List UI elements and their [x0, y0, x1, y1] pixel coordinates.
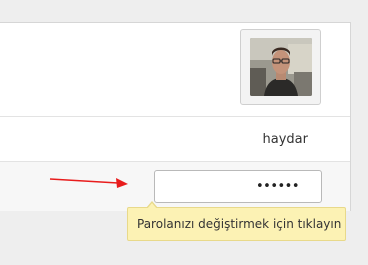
username-row: haydar: [0, 117, 350, 162]
password-field[interactable]: ••••••: [154, 170, 322, 203]
avatar-photo: [250, 38, 312, 96]
red-arrow-annotation: [49, 178, 128, 188]
username-value: haydar: [262, 132, 308, 147]
avatar-frame[interactable]: [240, 29, 321, 105]
tooltip-pointer-fill: [147, 203, 157, 209]
avatar-row: [0, 23, 350, 117]
password-masked-value: ••••••: [255, 179, 300, 194]
tooltip-text: Parolanızı değiştirmek için tıklayın: [137, 217, 342, 231]
change-password-tooltip: Parolanızı değiştirmek için tıklayın: [127, 201, 346, 241]
avatar[interactable]: [250, 38, 312, 96]
